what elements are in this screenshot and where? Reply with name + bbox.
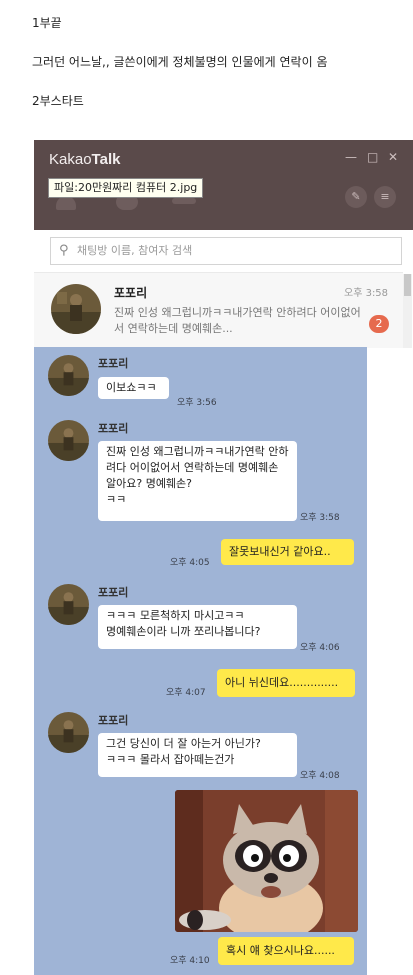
scrollbar-thumb[interactable] <box>404 274 411 296</box>
sender-name: 포포리 <box>98 586 129 599</box>
chat-search-input[interactable]: ⚲ 채팅방 이름, 참여자 검색 <box>50 237 402 265</box>
file-tooltip: 파일:20만원짜리 컴퓨터 2.jpg <box>48 178 204 198</box>
chat-row-name: 포포리 <box>114 286 148 300</box>
sender-name: 포포리 <box>98 714 129 727</box>
kakaotalk-window: KakaoTalk — □ ✕ ✎ ≡ 파일:20만원짜리 컴퓨터 2.jpg … <box>34 140 413 348</box>
more-tab-icon[interactable] <box>172 198 196 204</box>
incoming-message: 진짜 인성 왜그럽니까ㅋㅋ내가연락 안하려다 어이없어서 연락하는데 명예훼손 … <box>98 441 297 521</box>
maximize-button[interactable]: □ <box>367 150 378 164</box>
friends-tab-icon[interactable] <box>56 196 76 210</box>
incoming-message: ㅋㅋㅋ 모른척하지 마시고ㅋㅋ 명예훼손이라 니까 쪼리나봅니다? <box>98 605 297 649</box>
outgoing-message: 잘못보내신거 같아요.. <box>221 539 354 565</box>
message-time: 오후 3:56 <box>177 398 217 408</box>
message-time: 오후 4:08 <box>300 771 340 781</box>
post-line-3: 2부스타트 <box>32 94 84 108</box>
message-time: 오후 4:06 <box>300 643 340 653</box>
post-line-1: 1부끝 <box>32 16 62 30</box>
outgoing-message: 아니 뉘신데요.............. <box>217 669 355 697</box>
avatar[interactable] <box>48 584 89 625</box>
avatar[interactable] <box>48 355 89 396</box>
message-time: 오후 4:05 <box>170 558 210 568</box>
search-icon: ⚲ <box>59 243 69 258</box>
message-time: 오후 4:07 <box>166 688 206 698</box>
image-message[interactable] <box>175 790 358 932</box>
sender-name: 포포리 <box>98 357 129 370</box>
incoming-message: 그건 당신이 더 잘 아는거 아닌가? ㅋㅋㅋ 몰라서 잡아떼는건가 <box>98 733 297 777</box>
search-placeholder: 채팅방 이름, 참여자 검색 <box>77 244 193 257</box>
kakaotalk-logo: KakaoTalk <box>49 151 121 168</box>
sender-name: 포포리 <box>98 422 129 435</box>
avatar[interactable] <box>48 420 89 461</box>
avatar <box>51 284 101 334</box>
mute-icon[interactable]: ✎ <box>345 186 367 208</box>
minimize-button[interactable]: — <box>345 150 357 164</box>
post-line-2: 그러던 어느날,, 글쓴이에게 정체불명의 인물에게 연락이 옴 <box>32 55 328 69</box>
close-button[interactable]: ✕ <box>388 150 398 164</box>
chat-room: 포포리 이보쇼ㅋㅋ 오후 3:56 포포리 진짜 인성 왜그럽니까ㅋㅋ내가연락 … <box>34 347 367 975</box>
avatar[interactable] <box>48 712 89 753</box>
outgoing-message: 혹시 얘 찾으시나요...... <box>218 937 354 965</box>
incoming-message: 이보쇼ㅋㅋ <box>98 377 169 399</box>
message-time: 오후 3:58 <box>300 513 340 523</box>
chat-row-time: 오후 3:58 <box>344 288 389 299</box>
message-time: 오후 4:10 <box>170 956 210 966</box>
menu-icon[interactable]: ≡ <box>374 186 396 208</box>
chat-row-preview: 진짜 인성 왜그럽니까ㅋㅋ내가연락 안하려다 어이없어서 연락하는데 명예훼손.… <box>114 306 361 335</box>
unread-badge: 2 <box>369 315 389 333</box>
